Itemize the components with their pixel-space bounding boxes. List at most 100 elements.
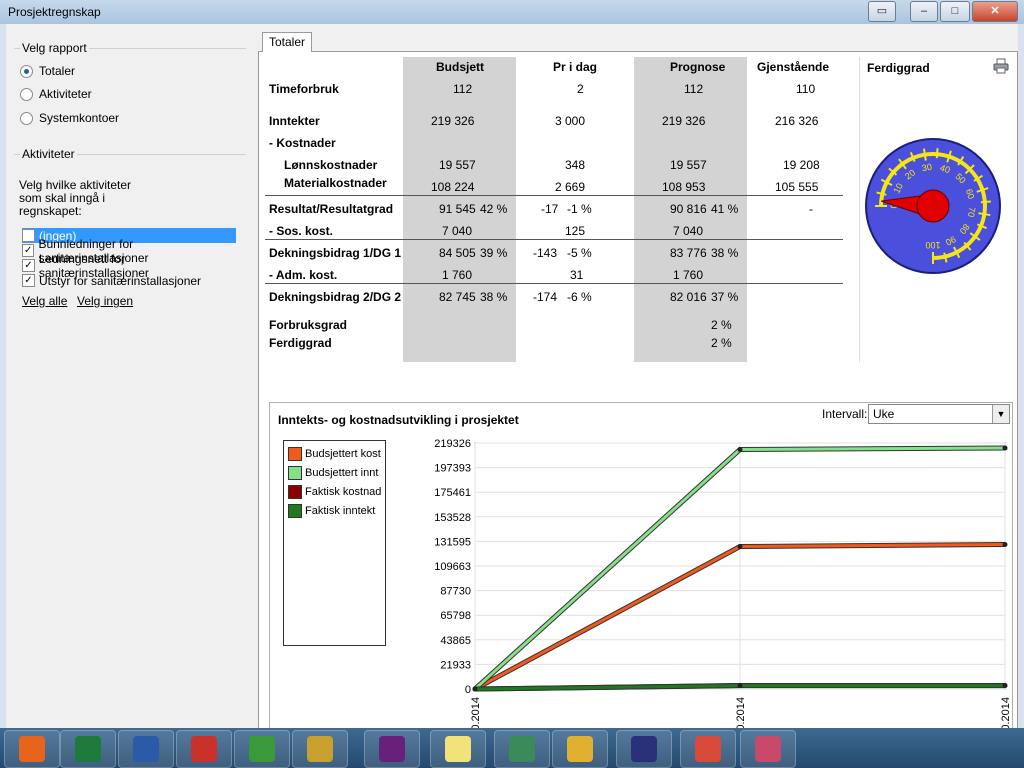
interval-select[interactable]: Uke ▼ xyxy=(868,404,1010,424)
row-label-result: Resultat/Resultatgrad xyxy=(269,202,394,216)
dg2-budget-pct: 38 % xyxy=(480,290,508,304)
dg2-today: -174 xyxy=(533,290,558,304)
close-button[interactable]: ✕ xyxy=(972,1,1018,22)
time-budget: 112 xyxy=(453,82,473,96)
radio-circle[interactable] xyxy=(20,111,33,125)
wage-forecast: 19 557 xyxy=(670,158,707,172)
radio-systemkontoer[interactable]: Systemkontoer xyxy=(20,111,119,125)
gauge-title: Ferdiggrad xyxy=(867,61,930,75)
header-forecast: Prognose xyxy=(670,60,726,74)
row-label-usage: Forbruksgrad xyxy=(269,318,348,332)
chevron-down-icon[interactable]: ▼ xyxy=(992,405,1009,423)
dg1-budget-pct: 39 % xyxy=(480,246,508,260)
legend-item: Budsjettert kost xyxy=(288,447,381,461)
x-tick-label: 20.10.2014 xyxy=(735,697,747,731)
taskbar-button[interactable] xyxy=(680,730,736,768)
taskbar-button[interactable] xyxy=(118,730,174,768)
taskbar-button[interactable] xyxy=(616,730,672,768)
gauge-tick-label: 100 xyxy=(925,240,940,250)
radio-circle[interactable] xyxy=(20,87,33,101)
row-label-dg1: Dekningsbidrag 1/DG 1 xyxy=(269,246,402,260)
y-tick-label: 65798 xyxy=(440,610,471,622)
y-tick-label: 197393 xyxy=(434,463,471,475)
network-icon xyxy=(509,736,535,762)
row-label-sos: - Sos. kost. xyxy=(269,224,334,238)
legend-swatch xyxy=(288,466,302,480)
legend-label: Budsjettert kost xyxy=(305,448,381,460)
income-today: 3 000 xyxy=(555,114,586,128)
minimize-button[interactable]: – xyxy=(910,1,938,22)
taskbar-button[interactable] xyxy=(430,730,486,768)
taskbar-button[interactable] xyxy=(552,730,608,768)
restore-icon[interactable]: ▭ xyxy=(868,1,896,22)
taskbar-button[interactable] xyxy=(234,730,290,768)
radio-aktiviteter[interactable]: Aktiviteter xyxy=(20,87,92,101)
row-label-wage: Lønnskostnader xyxy=(284,158,378,172)
checkbox-utstyr[interactable]: ✓ Utstyr for sanitærinstallasjoner xyxy=(22,273,236,288)
word-icon xyxy=(133,736,159,762)
tab-totaler[interactable]: Totaler xyxy=(262,32,312,52)
taskbar-button[interactable] xyxy=(494,730,550,768)
taskbar-button[interactable] xyxy=(4,730,60,768)
result-today: -17 xyxy=(541,202,559,216)
taskbar-button[interactable] xyxy=(60,730,116,768)
row-label-income: Inntekter xyxy=(269,114,320,128)
line-chart: 219326 197393 175461 153528 131595 109663 8773… xyxy=(434,438,1010,731)
legend-item: Faktisk inntekt xyxy=(288,504,375,518)
instruction-line-1: Velg hvilke aktiviteter xyxy=(19,178,132,192)
wage-remaining: 19 208 xyxy=(783,158,820,172)
checkbox-ledningsnett[interactable]: ✓ Ledningsnett for sanitærinstallasjoner xyxy=(22,252,236,280)
legend-swatch xyxy=(288,485,302,499)
usage-forecast: 2 % xyxy=(711,318,732,332)
radio-totaler[interactable]: Totaler xyxy=(20,64,75,78)
security-icon xyxy=(567,736,593,762)
checkbox-box[interactable] xyxy=(22,229,35,242)
taskbar-button[interactable] xyxy=(364,730,420,768)
app-window: Prosjektregnskap ▭ – □ ✕ Velg rapport To… xyxy=(0,0,1024,734)
data-point xyxy=(1002,542,1008,548)
checkbox-box[interactable]: ✓ xyxy=(22,259,35,272)
result-budget-pct: 42 % xyxy=(480,202,508,216)
maximize-button[interactable]: □ xyxy=(940,1,970,22)
data-point xyxy=(737,683,743,689)
gauge-hub xyxy=(916,189,950,223)
row-label-costs: - Kostnader xyxy=(269,136,336,150)
result-today-pct: -1 % xyxy=(567,202,592,216)
chart-legend: Budsjettert kost Budsjettert innt Faktis… xyxy=(283,440,386,646)
material-remaining: 105 555 xyxy=(775,180,819,194)
legend-item: Faktisk kostnad xyxy=(288,485,381,499)
legend-label: Faktisk kostnad xyxy=(305,486,382,498)
select-all-link[interactable]: Velg alle xyxy=(22,294,67,308)
rss-icon xyxy=(191,736,217,762)
checkbox-box[interactable]: ✓ xyxy=(22,244,35,257)
material-today: 2 669 xyxy=(555,180,586,194)
taskbar-button[interactable] xyxy=(740,730,796,768)
income-forecast: 219 326 xyxy=(662,114,706,128)
adm-forecast: 1 760 xyxy=(673,268,704,282)
chart-container: Inntekts- og kostnadsutvikling i prosjek… xyxy=(269,402,1013,734)
printer-icon[interactable] xyxy=(993,58,1009,74)
select-none-link[interactable]: Velg ingen xyxy=(77,294,133,308)
outlook-icon xyxy=(19,736,45,762)
checkbox-box[interactable]: ✓ xyxy=(22,274,35,287)
header-budget: Budsjett xyxy=(436,60,484,74)
dg2-today-pct: -6 % xyxy=(567,290,592,304)
taskbar-button[interactable] xyxy=(292,730,348,768)
paint-icon xyxy=(755,736,781,762)
time-remaining: 110 xyxy=(796,82,816,96)
x-tick-label: 13.10.2014 xyxy=(470,697,482,731)
radio-circle[interactable] xyxy=(20,64,33,78)
notebook-icon xyxy=(249,736,275,762)
adm-budget: 1 760 xyxy=(442,268,473,282)
result-budget: 91 545 xyxy=(439,202,476,216)
row-label-material: Materialkostnader xyxy=(284,176,387,190)
legend-label: Budsjettert innt xyxy=(305,467,379,479)
divider-line xyxy=(265,283,843,284)
data-point xyxy=(737,544,743,550)
radio-label: Totaler xyxy=(39,64,76,78)
result-remaining: - xyxy=(809,202,813,216)
taskbar-button[interactable] xyxy=(176,730,232,768)
y-tick-label: 175461 xyxy=(434,487,471,499)
y-tick-label: 131595 xyxy=(434,536,471,548)
row-label-dg2: Dekningsbidrag 2/DG 2 xyxy=(269,290,402,304)
